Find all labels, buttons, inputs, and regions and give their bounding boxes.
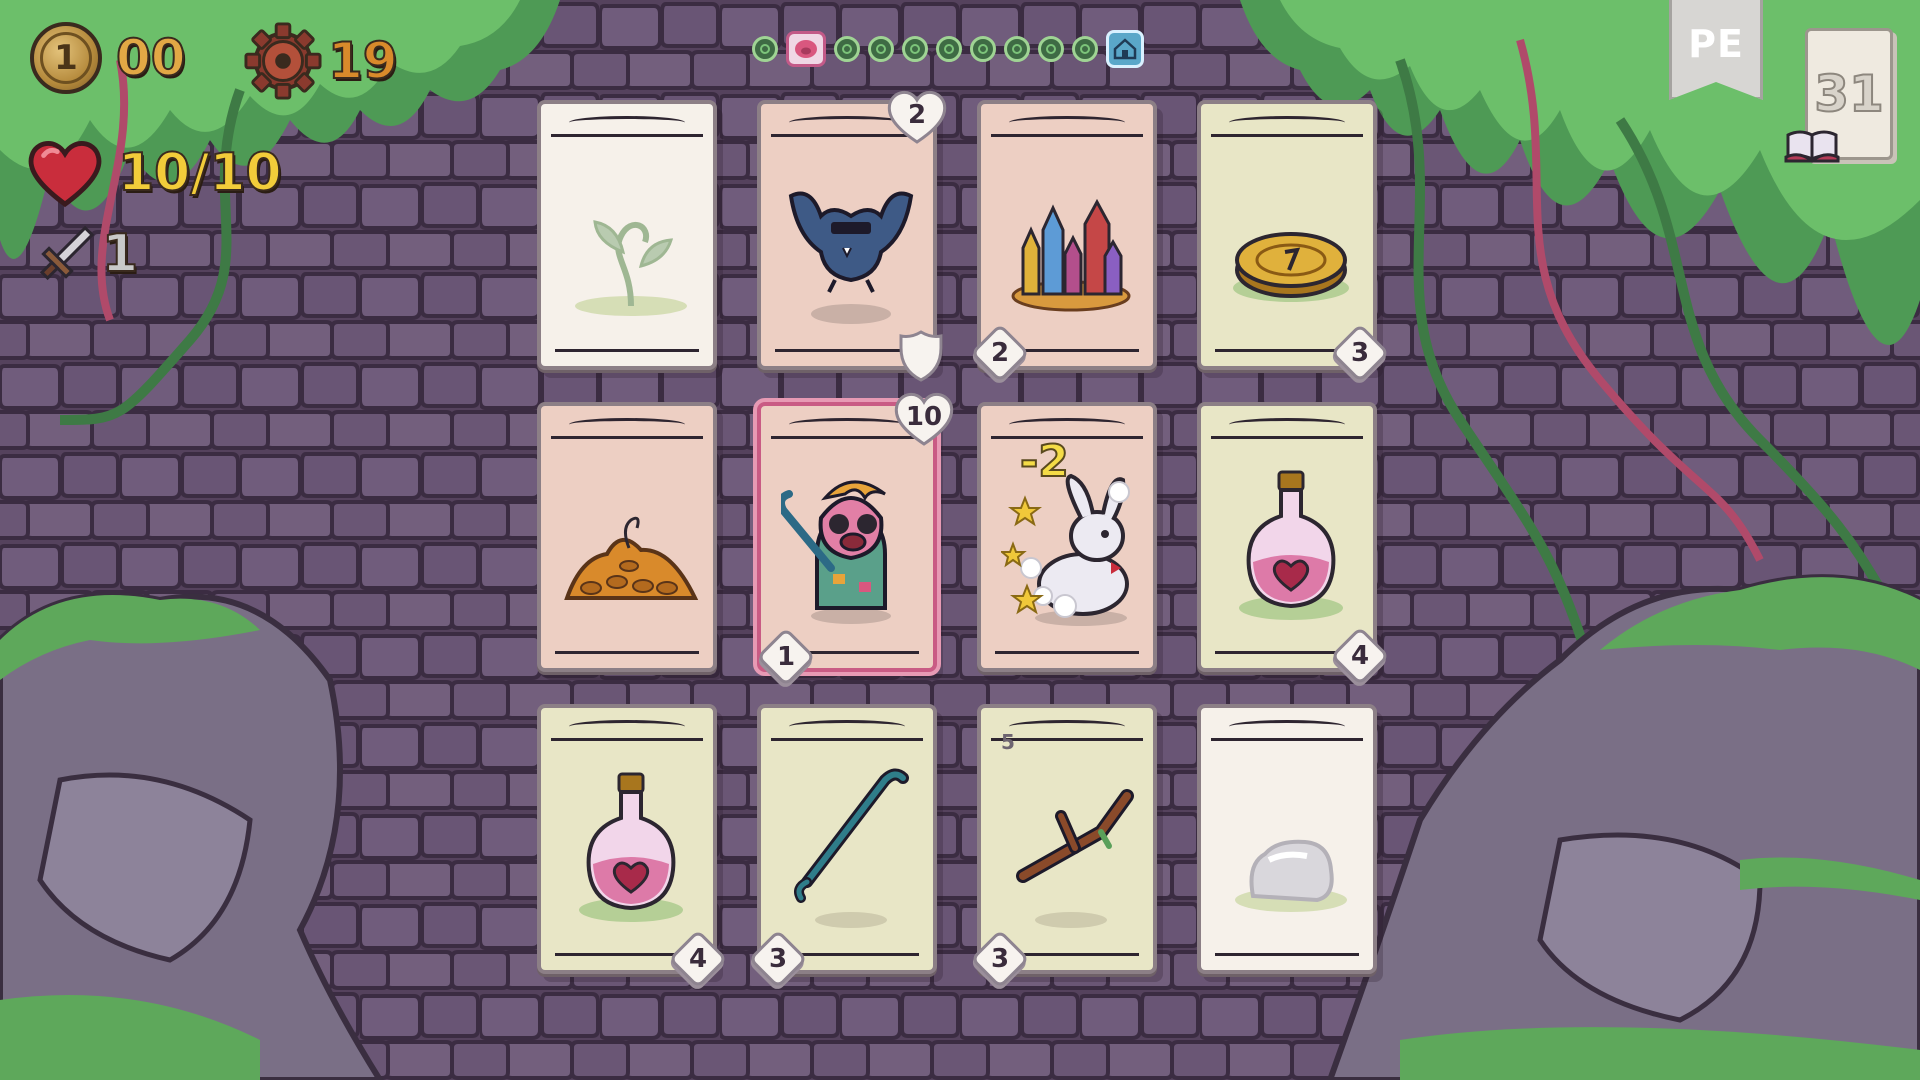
progress-step: [868, 36, 894, 62]
health-potion-icon: [1221, 458, 1361, 628]
sprout-icon: [561, 156, 701, 326]
forest-ruins-background: [0, 0, 1920, 1080]
coin-count: 00: [115, 28, 187, 88]
stick-icon: [1001, 760, 1141, 930]
card-scroll-bottom: [555, 349, 699, 352]
book-icon[interactable]: [1784, 127, 1840, 163]
damage-indicator: -2: [1019, 435, 1070, 488]
gold-coin-icon: [1221, 156, 1361, 326]
progress-step: [936, 36, 962, 62]
progress-step: [1004, 36, 1030, 62]
bat-value-badge: 2: [970, 323, 1030, 383]
progress-step: [1038, 36, 1064, 62]
coin-icon: 1: [30, 22, 102, 94]
deck-count: 31: [1813, 64, 1885, 124]
card-dirt-pile[interactable]: [537, 402, 717, 672]
gear-icon: [244, 22, 322, 100]
card-scroll-top: [551, 716, 703, 741]
progress-step: [970, 36, 996, 62]
hero-value-badge: 1: [756, 627, 816, 687]
health-value: 10/10: [117, 142, 283, 204]
progress-step: [752, 36, 778, 62]
coin-value-badge: 3: [1330, 323, 1390, 383]
card-scroll-top: [1211, 112, 1363, 137]
progress-step: [834, 36, 860, 62]
home-icon: [1106, 30, 1144, 68]
potion-value-badge: 4: [1330, 626, 1390, 686]
rock-icon: [1221, 760, 1361, 930]
card-scroll-top: [551, 112, 703, 137]
gear-counter: 19: [244, 22, 399, 100]
card-scroll-bottom: [995, 651, 1139, 654]
player-attack: 1: [30, 218, 139, 290]
card-scroll-top: [1211, 414, 1363, 439]
dungeon-progress-track: [752, 30, 1144, 68]
heart-icon: [28, 141, 102, 208]
hero-health-badge: 10: [892, 390, 956, 448]
deck-pile[interactable]: 31: [1784, 28, 1893, 163]
card-scroll-bottom: [1215, 953, 1359, 956]
progress-step: [1072, 36, 1098, 62]
health-potion-icon: [561, 760, 701, 930]
card-rock[interactable]: [1197, 704, 1377, 974]
potion-value-badge: 4: [668, 929, 728, 989]
stick-value-badge: 3: [970, 929, 1030, 989]
dirt-pile-icon: [561, 458, 701, 628]
shield-icon: [899, 330, 943, 382]
crowbar-icon: [781, 760, 921, 930]
card-scroll-top: [771, 716, 923, 741]
card-scroll-top: [1211, 716, 1363, 741]
progress-step: [902, 36, 928, 62]
attack-value: 1: [101, 223, 139, 285]
stick-corner-number: 5: [1001, 730, 1015, 754]
crystals-icon: [1001, 156, 1141, 326]
card-scroll-top: [991, 112, 1143, 137]
sword-icon: [39, 225, 95, 281]
card-scroll-top: [551, 414, 703, 439]
crowbar-value-badge: 3: [748, 929, 808, 989]
bat-icon: [781, 156, 921, 326]
current-position-pig-icon: [786, 31, 826, 67]
pig-hero-icon: [777, 458, 921, 628]
player-health: 10/10: [26, 138, 283, 208]
gear-count: 19: [327, 31, 399, 91]
card-scroll-bottom: [555, 651, 699, 654]
coin-counter: 1 00: [30, 22, 187, 94]
card-sprout[interactable]: [537, 100, 717, 370]
bat-health-badge: 2: [885, 88, 949, 146]
